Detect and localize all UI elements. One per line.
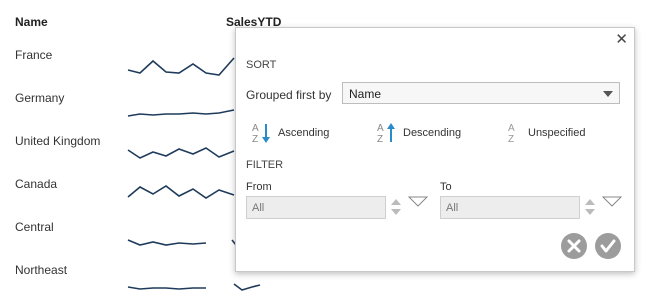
- sort-unspecified-label: Unspecified: [528, 127, 586, 139]
- chevron-down-icon: [603, 91, 613, 97]
- spinner-up-icon[interactable]: [391, 199, 401, 205]
- cancel-icon: [567, 239, 581, 253]
- spinner-down-icon[interactable]: [585, 209, 595, 215]
- svg-text:Z: Z: [508, 134, 514, 144]
- svg-text:A: A: [377, 123, 384, 134]
- sort-ascending-button[interactable]: A Z Ascending: [252, 122, 329, 144]
- from-dropdown-toggle-icon[interactable]: [408, 196, 428, 208]
- filter-section-title: FILTER: [246, 159, 284, 171]
- sparkline-canada: [127, 185, 235, 199]
- from-spinner-arrows[interactable]: [387, 196, 404, 219]
- sort-filter-popup: ✕ SORT Grouped first by Name A Z Ascendi…: [235, 27, 635, 272]
- from-value: All: [252, 202, 265, 214]
- grouped-first-by-label: Grouped first by: [246, 88, 332, 102]
- to-input[interactable]: All: [440, 196, 580, 219]
- sparkline-northeast-tail: [233, 283, 261, 291]
- sparkline-united-kingdom: [127, 147, 235, 159]
- sort-ascending-label: Ascending: [278, 127, 330, 139]
- svg-text:A: A: [252, 123, 259, 134]
- cancel-button[interactable]: [561, 233, 587, 259]
- svg-text:Z: Z: [377, 134, 383, 144]
- sparkline-germany: [127, 109, 235, 117]
- sort-ascending-icon: A Z: [252, 123, 270, 144]
- sort-section-title: SORT: [246, 59, 277, 71]
- svg-text:Z: Z: [252, 134, 258, 144]
- sort-unspecified-icon: A Z: [508, 123, 515, 144]
- spinner-up-icon[interactable]: [585, 199, 595, 205]
- svg-text:A: A: [508, 123, 515, 134]
- ok-button[interactable]: [595, 233, 621, 259]
- spinner-down-icon[interactable]: [391, 209, 401, 215]
- sparkline-northeast: [127, 286, 206, 290]
- checkmark-icon: [600, 239, 616, 253]
- from-input[interactable]: All: [246, 196, 386, 219]
- to-spinner-arrows[interactable]: [581, 196, 598, 219]
- close-icon[interactable]: ✕: [615, 30, 628, 48]
- to-value: All: [446, 202, 459, 214]
- sort-descending-label: Descending: [403, 127, 462, 139]
- to-spinner: All: [440, 196, 598, 219]
- to-label: To: [440, 181, 452, 193]
- sparkline-france: [127, 57, 235, 76]
- sort-unspecified-button[interactable]: A Z Unspecified: [508, 122, 585, 144]
- from-spinner: All: [246, 196, 404, 219]
- sort-descending-icon: A Z: [377, 123, 395, 144]
- from-label: From: [246, 181, 272, 193]
- sort-descending-button[interactable]: A Z Descending: [377, 122, 461, 144]
- to-dropdown-toggle-icon[interactable]: [602, 196, 622, 208]
- sparkline-central: [127, 239, 207, 246]
- grouped-first-by-select[interactable]: Name: [342, 82, 620, 104]
- grouped-first-by-value: Name: [349, 87, 382, 101]
